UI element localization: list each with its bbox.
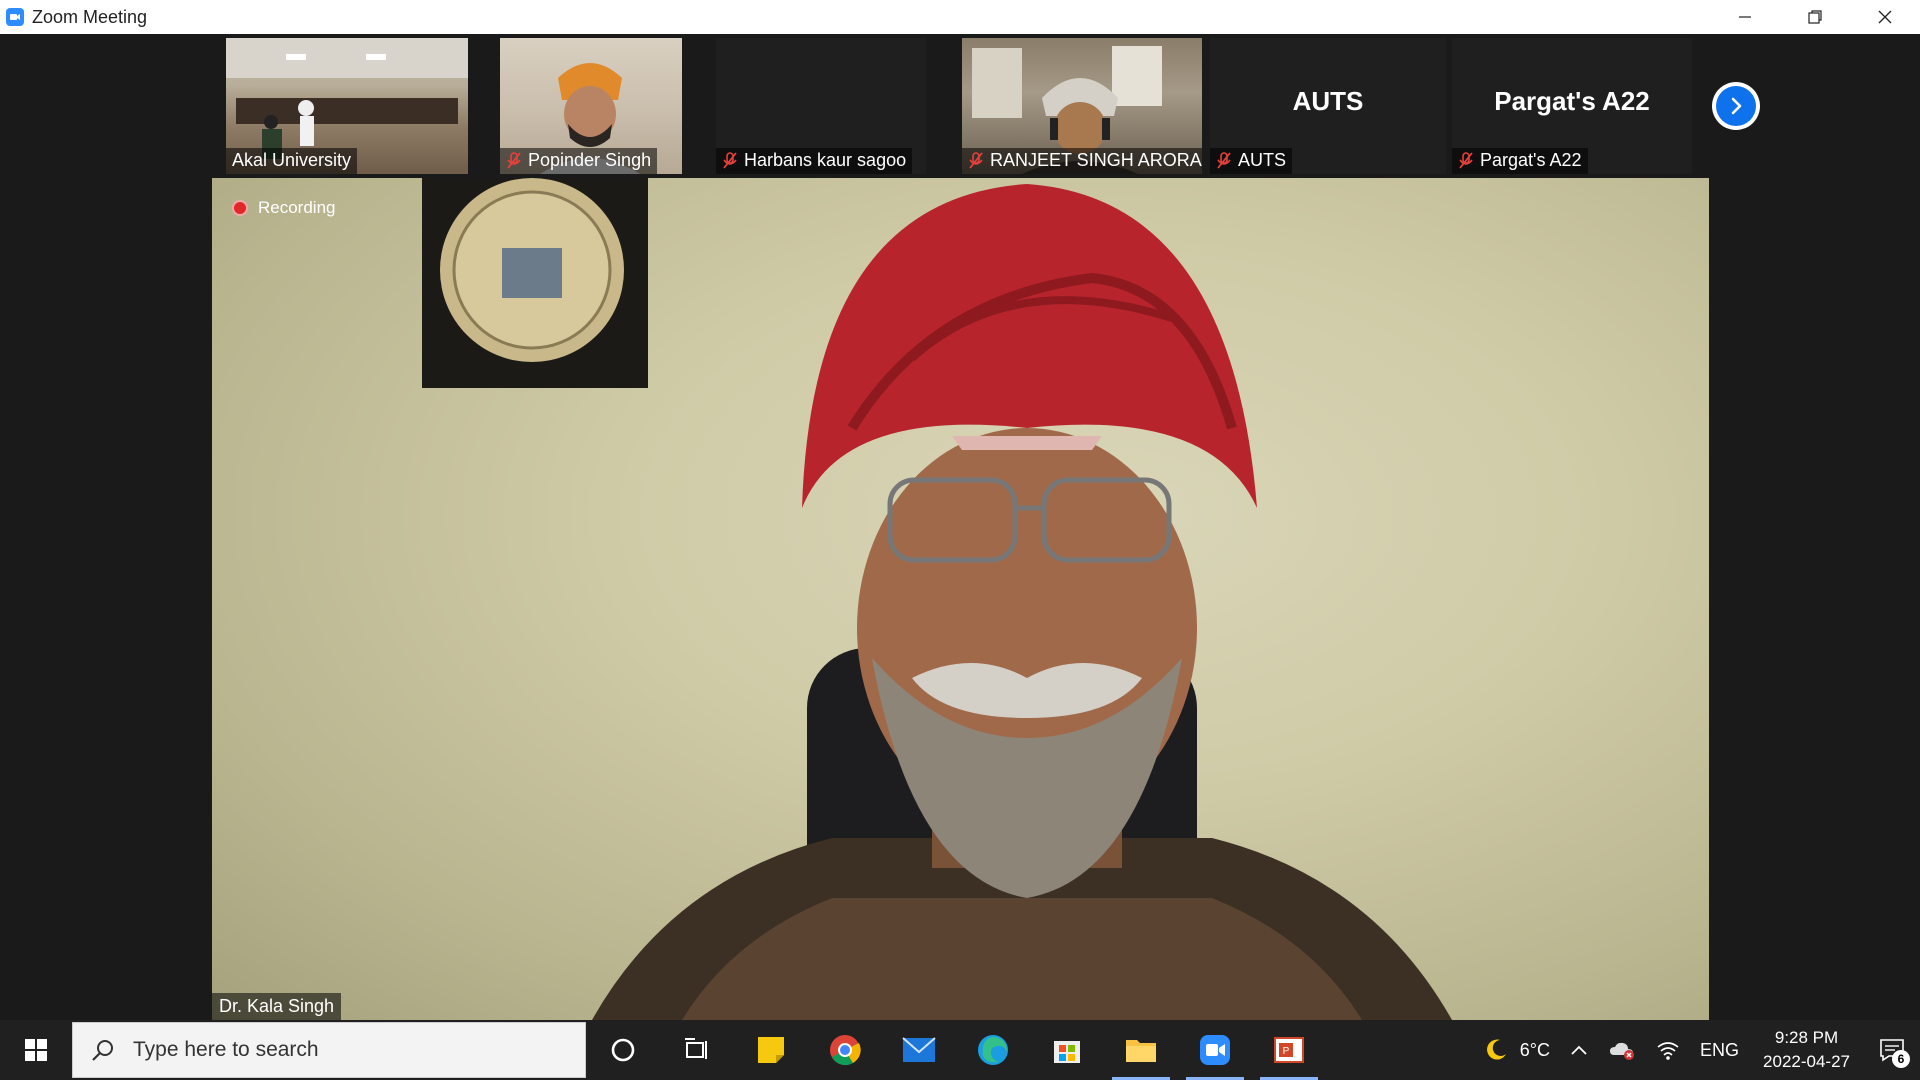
sticky-notes-button[interactable] bbox=[734, 1020, 808, 1080]
network-status[interactable] bbox=[1646, 1020, 1690, 1080]
participant-name-label: RANJEET SINGH ARORA bbox=[962, 148, 1202, 174]
file-explorer-button[interactable] bbox=[1104, 1020, 1178, 1080]
participant-name-label: Popinder Singh bbox=[500, 148, 658, 174]
clock-date: 2022-04-27 bbox=[1763, 1052, 1850, 1071]
participant-name-label: Pargat's A22 bbox=[1452, 148, 1588, 174]
muted-mic-icon bbox=[968, 151, 984, 170]
participant-name-label: AUTS bbox=[1210, 148, 1293, 174]
cortana-button[interactable] bbox=[586, 1020, 660, 1080]
chrome-button[interactable] bbox=[808, 1020, 882, 1080]
participant-name: RANJEET SINGH ARORA bbox=[990, 150, 1202, 170]
show-hidden-icons-button[interactable] bbox=[1560, 1020, 1598, 1080]
start-button[interactable] bbox=[0, 1020, 72, 1080]
restore-button[interactable] bbox=[1780, 0, 1850, 34]
participant-tile[interactable]: AUTS AUTS bbox=[1210, 38, 1446, 174]
participant-tile[interactable]: Harbans kaur sagoo bbox=[716, 38, 926, 174]
participant-tile[interactable]: Akal University bbox=[226, 38, 468, 174]
participant-name: Akal University bbox=[232, 150, 352, 170]
clock-time: 9:28 PM bbox=[1774, 1028, 1839, 1047]
taskbar-clock[interactable]: 9:28 PM 2022-04-27 bbox=[1749, 1026, 1864, 1074]
title-bar: Zoom Meeting bbox=[0, 0, 1920, 34]
close-button[interactable] bbox=[1850, 0, 1920, 34]
chrome-icon bbox=[830, 1035, 861, 1066]
mail-button[interactable] bbox=[882, 1020, 956, 1080]
active-speaker-video: Recording Dr. Kala Singh bbox=[212, 178, 1709, 1020]
onedrive-status[interactable] bbox=[1598, 1020, 1646, 1080]
cortana-icon bbox=[611, 1038, 635, 1062]
svg-text:P: P bbox=[1283, 1046, 1290, 1057]
weather-widget[interactable]: 6°C bbox=[1472, 1020, 1560, 1080]
zoom-taskbar-button[interactable] bbox=[1178, 1020, 1252, 1080]
muted-mic-icon bbox=[506, 151, 522, 170]
participant-tile[interactable]: Popinder Singh bbox=[500, 38, 682, 174]
weather-temperature: 6°C bbox=[1519, 1039, 1551, 1060]
notification-count-badge: 6 bbox=[1892, 1050, 1910, 1068]
close-icon bbox=[1878, 10, 1892, 24]
zoom-app-icon bbox=[6, 8, 24, 26]
recording-dot-icon bbox=[232, 200, 248, 216]
moon-cloud-icon bbox=[1486, 1039, 1506, 1060]
restore-icon bbox=[1808, 10, 1822, 24]
mail-icon bbox=[902, 1037, 936, 1062]
presentation-icon: P bbox=[1274, 1037, 1304, 1063]
meeting-area: Akal University Popinder Singh Harbans k… bbox=[0, 34, 1920, 1020]
wifi-icon bbox=[1657, 1042, 1679, 1060]
microsoft-store-button[interactable] bbox=[1030, 1020, 1104, 1080]
input-language[interactable]: ENG bbox=[1690, 1020, 1749, 1080]
participant-name: Harbans kaur sagoo bbox=[744, 150, 907, 170]
action-center-button[interactable]: 6 bbox=[1864, 1020, 1920, 1080]
sticky-notes-icon bbox=[758, 1037, 784, 1063]
participant-name: Popinder Singh bbox=[528, 150, 652, 170]
task-view-button[interactable] bbox=[660, 1020, 734, 1080]
taskbar-search-box[interactable]: Type here to search bbox=[72, 1022, 586, 1078]
recording-indicator: Recording bbox=[232, 198, 336, 218]
edge-icon bbox=[978, 1035, 1008, 1065]
window-title: Zoom Meeting bbox=[32, 6, 148, 27]
chevron-right-icon bbox=[1731, 97, 1742, 115]
system-tray: 6°C ENG 9:28 PM 2022-04-27 6 bbox=[1472, 1020, 1920, 1080]
participant-name-label: Akal University bbox=[226, 148, 358, 174]
participant-name: AUTS bbox=[1238, 150, 1287, 170]
muted-mic-icon bbox=[722, 151, 738, 170]
participant-display-name: Pargat's A22 bbox=[1494, 86, 1650, 116]
next-page-button[interactable] bbox=[1712, 82, 1760, 130]
participant-tile[interactable]: RANJEET SINGH ARORA bbox=[962, 38, 1202, 174]
task-view-icon bbox=[685, 1038, 707, 1059]
cloud-error-icon bbox=[1610, 1042, 1635, 1060]
muted-mic-icon bbox=[1216, 151, 1232, 170]
windows-logo-icon bbox=[25, 1039, 47, 1061]
windows-taskbar: Type here to search P 6°C ENG 9:28 PM 20… bbox=[0, 1020, 1920, 1080]
active-speaker-name: Dr. Kala Singh bbox=[212, 993, 342, 1020]
edge-button[interactable] bbox=[956, 1020, 1030, 1080]
participant-name-label: Harbans kaur sagoo bbox=[716, 148, 913, 174]
recording-label: Recording bbox=[258, 198, 336, 217]
minimize-icon bbox=[1739, 16, 1751, 18]
powerpoint-button[interactable]: P bbox=[1252, 1020, 1326, 1080]
participant-name: Pargat's A22 bbox=[1480, 150, 1582, 170]
chevron-up-icon bbox=[1571, 1045, 1587, 1055]
participant-display-name: AUTS bbox=[1292, 86, 1364, 116]
search-placeholder: Type here to search bbox=[133, 1038, 319, 1061]
participant-tile[interactable]: Pargat's A22 Pargat's A22 bbox=[1452, 38, 1692, 174]
folder-icon bbox=[1126, 1040, 1156, 1062]
zoom-icon bbox=[1200, 1035, 1230, 1065]
muted-mic-icon bbox=[1458, 151, 1474, 170]
speaker-video-frame bbox=[422, 178, 1452, 1020]
store-icon bbox=[1054, 1041, 1080, 1063]
search-icon bbox=[92, 1040, 113, 1061]
minimize-button[interactable] bbox=[1710, 0, 1780, 34]
